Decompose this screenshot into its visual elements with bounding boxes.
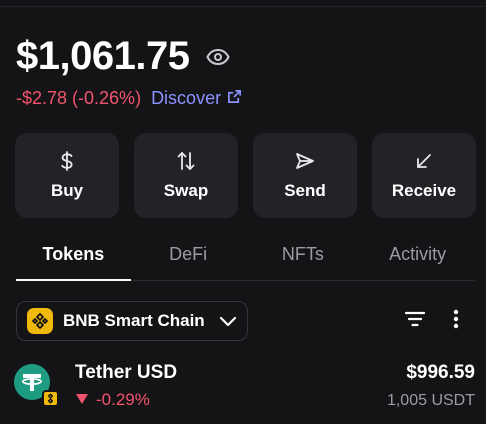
filter-button[interactable] <box>403 309 427 333</box>
discover-link[interactable]: Discover <box>151 88 242 109</box>
eye-icon[interactable] <box>205 44 231 70</box>
token-amount: 1,005 USDT <box>386 392 475 409</box>
swap-label: Swap <box>163 180 209 200</box>
tab-activity[interactable]: Activity <box>360 238 475 280</box>
token-row[interactable]: Tether USD -0.29% $996.59 1,005 USDT <box>0 352 486 424</box>
tab-tokens[interactable]: Tokens <box>16 238 131 281</box>
dollar-icon <box>57 150 77 171</box>
asset-tabs: Tokens DeFi NFTs Activity <box>16 238 475 281</box>
external-link-icon <box>227 88 242 109</box>
swap-arrows-icon <box>176 151 196 171</box>
quick-actions: Buy Swap Send Receive <box>15 133 476 218</box>
send-icon <box>295 151 315 171</box>
chevron-down-icon <box>219 315 237 327</box>
tab-nfts[interactable]: NFTs <box>246 238 361 280</box>
token-fiat-value: $996.59 <box>406 362 475 383</box>
more-options-button[interactable] <box>444 309 468 333</box>
token-change: -0.29% <box>75 390 150 410</box>
chain-selector[interactable]: BNB Smart Chain <box>16 301 248 341</box>
balance-row: $1,061.75 <box>16 34 231 79</box>
more-vertical-icon <box>453 309 459 334</box>
discover-label: Discover <box>151 88 222 108</box>
filter-icon <box>404 311 426 332</box>
receive-label: Receive <box>391 180 457 200</box>
buy-button[interactable]: Buy <box>15 133 119 218</box>
token-name: Tether USD <box>75 362 178 383</box>
send-button[interactable]: Send <box>253 133 357 218</box>
balance-change-row: -$2.78 (-0.26%) Discover <box>16 88 242 109</box>
down-triangle-icon <box>75 390 89 410</box>
swap-button[interactable]: Swap <box>134 133 238 218</box>
top-divider <box>0 6 486 7</box>
token-change-value: -0.29% <box>96 390 150 409</box>
tab-defi[interactable]: DeFi <box>131 238 246 280</box>
buy-label: Buy <box>50 180 84 200</box>
chain-selector-label: BNB Smart Chain <box>63 311 205 330</box>
total-balance: $1,061.75 <box>16 34 190 78</box>
bnb-chain-badge-icon <box>42 390 59 407</box>
receive-button[interactable]: Receive <box>372 133 476 218</box>
send-label: Send <box>284 180 326 200</box>
receive-arrow-icon <box>414 151 434 171</box>
balance-change: -$2.78 (-0.26%) <box>16 88 142 108</box>
bnb-chain-icon <box>27 308 53 334</box>
